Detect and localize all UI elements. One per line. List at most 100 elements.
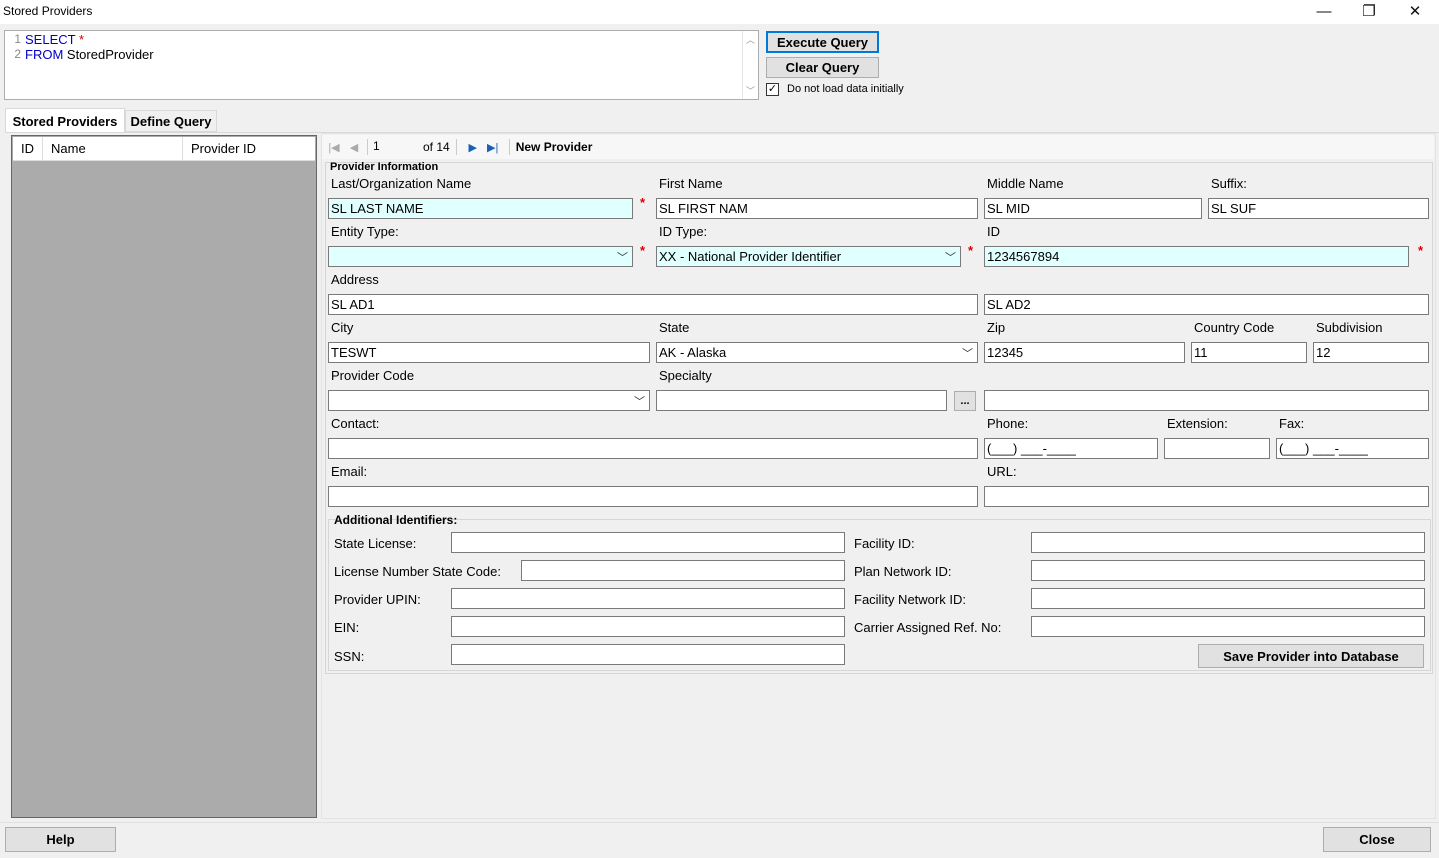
- restore-button[interactable]: ❐: [1346, 0, 1392, 22]
- line-number: 1: [14, 32, 21, 46]
- upin-input[interactable]: [451, 588, 845, 609]
- zip-input[interactable]: 12345: [984, 342, 1185, 363]
- address-line1-input[interactable]: SL AD1: [328, 294, 978, 315]
- close-button[interactable]: Close: [1323, 827, 1431, 852]
- grid-header: ID Name Provider ID: [13, 137, 315, 161]
- nav-separator: [508, 139, 510, 155]
- required-marker: *: [640, 195, 646, 210]
- providers-grid[interactable]: ID Name Provider ID: [11, 135, 317, 818]
- extension-input[interactable]: [1164, 438, 1270, 459]
- phone-label: Phone:: [987, 416, 1029, 431]
- ein-input[interactable]: [451, 616, 845, 637]
- record-count: of 14: [423, 140, 450, 154]
- state-value: AK - Alaska: [659, 345, 727, 360]
- first-record-icon[interactable]: |◀: [324, 137, 344, 157]
- scroll-down-icon[interactable]: ﹀: [743, 84, 758, 97]
- specialty-input[interactable]: [656, 390, 947, 411]
- id-type-value: XX - National Provider Identifier: [659, 249, 842, 264]
- group-title: Provider Information: [330, 161, 439, 173]
- contact-input[interactable]: [328, 438, 978, 459]
- phone-input[interactable]: (___) ___-____: [984, 438, 1158, 459]
- state-license-label: State License:: [334, 536, 417, 551]
- id-type-label: ID Type:: [659, 224, 708, 239]
- id-type-select[interactable]: XX - National Provider Identifier ﹀: [656, 246, 961, 267]
- nav-separator: [455, 139, 457, 155]
- state-license-input[interactable]: [451, 532, 845, 553]
- address-label: Address: [331, 272, 379, 287]
- column-header-provider-id[interactable]: Provider ID: [183, 137, 315, 160]
- city-input[interactable]: TESWT: [328, 342, 650, 363]
- license-state-code-input[interactable]: [521, 560, 845, 581]
- suffix-input[interactable]: SL SUF: [1208, 198, 1429, 219]
- query-editor[interactable]: 1 2 SELECT * FROM StoredProvider ︿ ﹀: [4, 30, 759, 100]
- record-navigator: |◀ ◀ 1 of 14 ▶ ▶| New Provider: [322, 135, 1434, 159]
- entity-type-select[interactable]: ﹀: [328, 246, 633, 267]
- tab-stored-providers[interactable]: Stored Providers: [5, 108, 125, 133]
- minimize-button[interactable]: —: [1301, 0, 1347, 22]
- suffix-label: Suffix:: [1211, 176, 1247, 191]
- help-button[interactable]: Help: [5, 827, 116, 852]
- required-marker: *: [640, 243, 646, 258]
- facility-network-id-label: Facility Network ID:: [854, 592, 966, 607]
- required-marker: *: [968, 243, 974, 258]
- upin-label: Provider UPIN:: [334, 592, 421, 607]
- no-load-label: Do not load data initially: [787, 83, 904, 95]
- url-input[interactable]: [984, 486, 1429, 507]
- country-code-label: Country Code: [1194, 320, 1275, 335]
- close-icon: ✕: [1408, 3, 1422, 20]
- carrier-ref-input[interactable]: [1031, 616, 1425, 637]
- plan-network-id-input[interactable]: [1031, 560, 1425, 581]
- tab-define-query[interactable]: Define Query: [125, 110, 217, 132]
- last-record-icon[interactable]: ▶|: [483, 137, 503, 157]
- specialty-description-input[interactable]: [984, 390, 1429, 411]
- first-name-label: First Name: [659, 176, 723, 191]
- line-numbers: 1 2: [5, 31, 23, 99]
- id-label: ID: [987, 224, 1000, 239]
- city-label: City: [331, 320, 354, 335]
- scroll-up-icon[interactable]: ︿: [743, 33, 758, 46]
- line-number: 2: [14, 47, 21, 61]
- url-label: URL:: [987, 464, 1017, 479]
- position-input[interactable]: 1: [371, 138, 419, 156]
- middle-name-input[interactable]: SL MID: [984, 198, 1202, 219]
- subdivision-input[interactable]: 12: [1313, 342, 1429, 363]
- save-provider-button[interactable]: Save Provider into Database: [1198, 644, 1424, 668]
- execute-query-button[interactable]: Execute Query: [766, 31, 879, 53]
- ssn-input[interactable]: [451, 644, 845, 665]
- window-title: Stored Providers: [3, 4, 93, 18]
- sql-keyword: FROM: [25, 47, 64, 62]
- facility-network-id-input[interactable]: [1031, 588, 1425, 609]
- specialty-lookup-button[interactable]: ...: [954, 391, 976, 411]
- sql-keyword: SELECT: [25, 32, 76, 47]
- id-input[interactable]: 1234567894: [984, 246, 1409, 267]
- new-provider-button[interactable]: New Provider: [516, 140, 593, 154]
- column-header-name[interactable]: Name: [43, 137, 183, 160]
- provider-code-select[interactable]: ﹀: [328, 390, 650, 411]
- previous-record-icon[interactable]: ◀: [344, 137, 364, 157]
- chevron-down-icon: ﹀: [617, 252, 628, 264]
- country-code-input[interactable]: 11: [1191, 342, 1307, 363]
- email-input[interactable]: [328, 486, 978, 507]
- first-name-input[interactable]: SL FIRST NAM: [656, 198, 978, 219]
- query-scrollbar[interactable]: ︿ ﹀: [742, 31, 758, 99]
- next-record-icon[interactable]: ▶: [463, 137, 483, 157]
- sql-text: *: [75, 32, 85, 47]
- entity-type-label: Entity Type:: [331, 224, 399, 239]
- facility-id-input[interactable]: [1031, 532, 1425, 553]
- carrier-ref-label: Carrier Assigned Ref. No:: [854, 620, 1002, 635]
- zip-label: Zip: [987, 320, 1006, 335]
- clear-query-button[interactable]: Clear Query: [766, 57, 879, 78]
- column-header-id[interactable]: ID: [13, 137, 43, 160]
- address-line2-input[interactable]: SL AD2: [984, 294, 1429, 315]
- no-load-checkbox[interactable]: ✓: [766, 83, 779, 96]
- close-window-button[interactable]: ✕: [1392, 0, 1438, 22]
- restore-icon: ❐: [1362, 3, 1376, 20]
- last-name-input[interactable]: SL LAST NAME: [328, 198, 633, 219]
- state-select[interactable]: AK - Alaska ﹀: [656, 342, 978, 363]
- last-name-label: Last/Organization Name: [331, 176, 472, 191]
- extension-label: Extension:: [1167, 416, 1228, 431]
- query-text[interactable]: SELECT * FROM StoredProvider: [25, 32, 154, 62]
- chevron-down-icon: ﹀: [634, 396, 645, 408]
- fax-input[interactable]: (___) ___-____: [1276, 438, 1429, 459]
- title-bar: [0, 0, 1439, 24]
